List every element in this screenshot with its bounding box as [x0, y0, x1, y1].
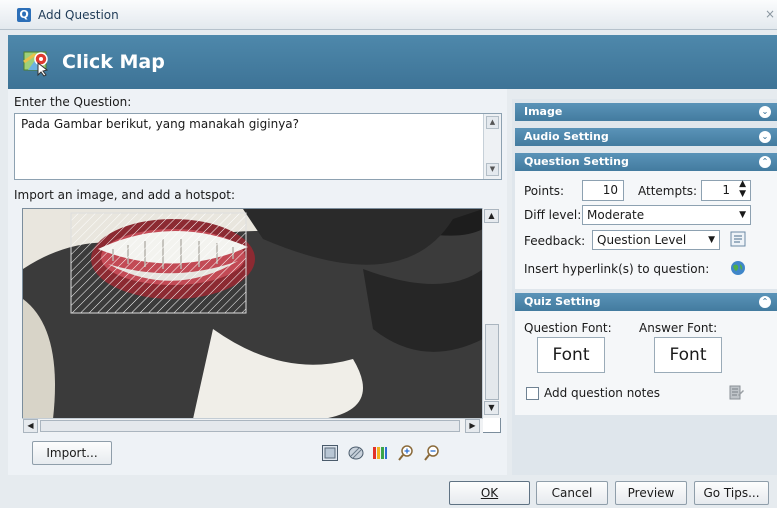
- notes-icon[interactable]: [728, 385, 744, 401]
- diff-level-value: Moderate: [587, 208, 645, 222]
- globe-icon[interactable]: [730, 260, 746, 276]
- expand-icon[interactable]: ⌄: [759, 106, 771, 118]
- collapse-icon[interactable]: ⌃: [759, 296, 771, 308]
- hotspot-region[interactable]: [70, 212, 247, 314]
- imported-image[interactable]: [23, 209, 483, 419]
- question-setting-header[interactable]: Question Setting ⌃: [515, 153, 777, 171]
- zoom-in-icon[interactable]: [398, 445, 414, 461]
- diff-level-select[interactable]: Moderate ▼: [582, 205, 751, 225]
- scroll-down-icon[interactable]: ▼: [484, 401, 499, 415]
- image-section-title: Image: [524, 105, 563, 118]
- image-horizontal-scrollbar[interactable]: ◀ ▶: [22, 418, 483, 433]
- collapse-icon[interactable]: ⌃: [759, 156, 771, 168]
- points-label: Points:: [524, 184, 565, 198]
- expand-icon[interactable]: ⌄: [759, 131, 771, 143]
- cancel-label: Cancel: [551, 486, 593, 500]
- question-label: Enter the Question:: [14, 95, 132, 109]
- go-tips-button[interactable]: Go Tips...: [694, 481, 769, 505]
- scroll-down-icon[interactable]: ▼: [486, 163, 499, 176]
- image-section-header[interactable]: Image ⌄: [515, 103, 777, 121]
- attempts-stepper[interactable]: 1 ▲ ▼: [701, 179, 751, 201]
- image-vertical-scrollbar[interactable]: ▲ ▼: [482, 208, 501, 418]
- cancel-button[interactable]: Cancel: [536, 481, 608, 505]
- ok-label: OK: [480, 486, 499, 500]
- window-title: Add Question: [38, 7, 119, 22]
- page-title: Click Map: [62, 51, 165, 73]
- click-map-icon: [23, 51, 49, 77]
- image-label: Import an image, and add a hotspot:: [14, 188, 235, 202]
- feedback-edit-icon[interactable]: [730, 231, 746, 247]
- go-tips-label: Go Tips...: [703, 486, 760, 500]
- preview-label: Preview: [627, 486, 675, 500]
- title-bar: Q Add Question ×: [0, 0, 777, 30]
- question-text: Pada Gambar berikut, yang manakah giginy…: [21, 117, 300, 131]
- answer-font-button[interactable]: Font: [654, 337, 722, 373]
- chevron-down-icon[interactable]: ▼: [739, 206, 746, 224]
- answer-font-label: Answer Font:: [639, 321, 718, 335]
- attempts-value: 1: [722, 183, 730, 197]
- ok-button[interactable]: OK: [449, 481, 530, 505]
- hyperlink-label: Insert hyperlink(s) to question:: [524, 262, 710, 276]
- feedback-select[interactable]: Question Level ▼: [592, 230, 720, 250]
- points-input[interactable]: 10: [582, 180, 624, 201]
- quiz-setting-header[interactable]: Quiz Setting ⌃: [515, 293, 777, 311]
- question-scrollbar[interactable]: ▲ ▼: [483, 114, 501, 179]
- question-setting-title: Question Setting: [524, 155, 629, 168]
- question-font-button[interactable]: Font: [537, 337, 605, 373]
- question-input[interactable]: Pada Gambar berikut, yang manakah giginy…: [14, 113, 502, 180]
- horizontal-scroll-thumb[interactable]: [40, 420, 460, 432]
- stepper-arrows-icon[interactable]: ▲ ▼: [739, 179, 746, 199]
- ellipse-hotspot-icon[interactable]: [348, 445, 364, 461]
- feedback-label: Feedback:: [524, 234, 586, 248]
- scroll-up-icon[interactable]: ▲: [486, 116, 499, 129]
- vertical-scroll-thumb[interactable]: [485, 324, 499, 400]
- audio-section-title: Audio Setting: [524, 130, 609, 143]
- quiz-setting-title: Quiz Setting: [524, 295, 601, 308]
- scroll-left-icon[interactable]: ◀: [23, 419, 38, 433]
- preview-button[interactable]: Preview: [615, 481, 687, 505]
- add-notes-checkbox[interactable]: [526, 387, 539, 400]
- question-font-label: Question Font:: [524, 321, 612, 335]
- rectangle-hotspot-icon[interactable]: [322, 445, 338, 461]
- diff-level-label: Diff level:: [524, 208, 582, 222]
- feedback-value: Question Level: [597, 233, 687, 247]
- app-icon: Q: [17, 7, 31, 22]
- add-notes-label: Add question notes: [544, 386, 660, 400]
- close-icon[interactable]: ×: [765, 7, 775, 21]
- scroll-up-icon[interactable]: ▲: [484, 209, 499, 223]
- color-palette-icon[interactable]: [372, 445, 388, 461]
- scroll-right-icon[interactable]: ▶: [465, 419, 480, 433]
- hotspot-image-canvas[interactable]: [22, 208, 501, 433]
- import-button[interactable]: Import...: [32, 441, 112, 465]
- audio-section-header[interactable]: Audio Setting ⌄: [515, 128, 777, 146]
- attempts-label: Attempts:: [638, 184, 698, 198]
- zoom-out-icon[interactable]: [424, 445, 440, 461]
- chevron-down-icon[interactable]: ▼: [708, 231, 715, 249]
- dialog-header: Click Map: [8, 35, 777, 89]
